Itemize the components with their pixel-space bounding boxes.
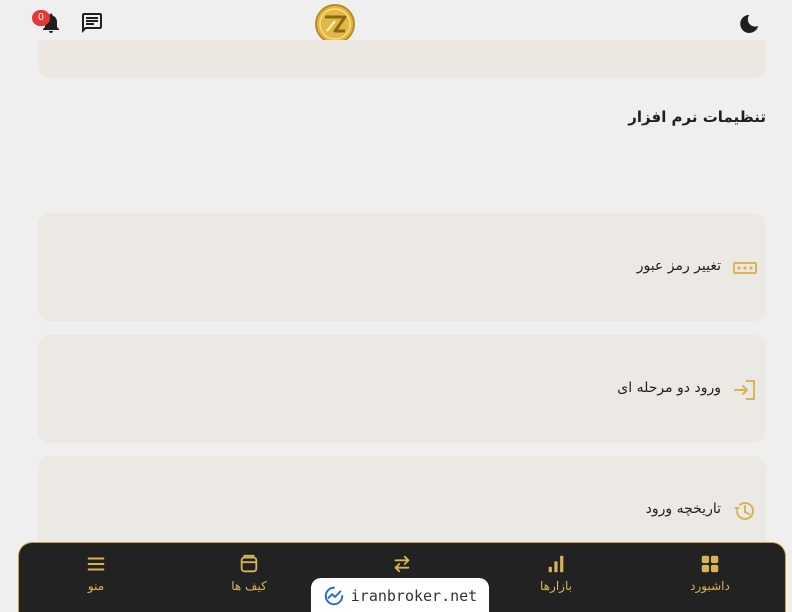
menu-icon (87, 557, 105, 571)
nav-item-markets[interactable]: بازارها (516, 553, 596, 593)
settings-item-label: تاریخچه ورود (645, 501, 721, 517)
login-icon (732, 377, 758, 403)
theme-toggle[interactable] (736, 11, 762, 37)
logo[interactable] (314, 3, 356, 45)
settings-item-two-factor[interactable]: ورود دو مرحله ای (38, 335, 766, 443)
nav-label: بازارها (540, 579, 572, 593)
nav-item-wallets[interactable]: کیف ها (209, 553, 289, 593)
nav-item-swap[interactable] (362, 553, 442, 575)
nav-item-dashboard[interactable]: داشبورد (670, 553, 750, 593)
watermark: iranbroker.net (311, 578, 489, 612)
settings-item-change-password[interactable]: تغییر رمز عبور (38, 213, 766, 321)
wallet-icon (240, 554, 258, 573)
messages-button[interactable] (79, 10, 105, 36)
watermark-logo-icon (324, 586, 344, 606)
settings-item-label: تغییر رمز عبور (636, 258, 721, 274)
dashboard-icon (701, 555, 719, 573)
nav-label: داشبورد (690, 579, 730, 593)
watermark-text: iranbroker.net (350, 587, 478, 605)
swap-icon (394, 555, 410, 573)
settings-item-label: ورود دو مرحله ای (617, 380, 721, 396)
nav-label: کیف ها (231, 579, 267, 593)
nav-item-menu[interactable]: منو (56, 553, 136, 593)
password-icon (732, 255, 758, 281)
moon-icon (740, 14, 759, 33)
nav-label: منو (87, 579, 105, 593)
section-title: تنظیمات نرم افزار (628, 108, 766, 126)
chat-icon (82, 13, 102, 33)
chart-icon (548, 555, 564, 573)
notification-badge: 0 (32, 10, 50, 26)
history-icon (732, 498, 758, 524)
previous-card (38, 40, 766, 78)
